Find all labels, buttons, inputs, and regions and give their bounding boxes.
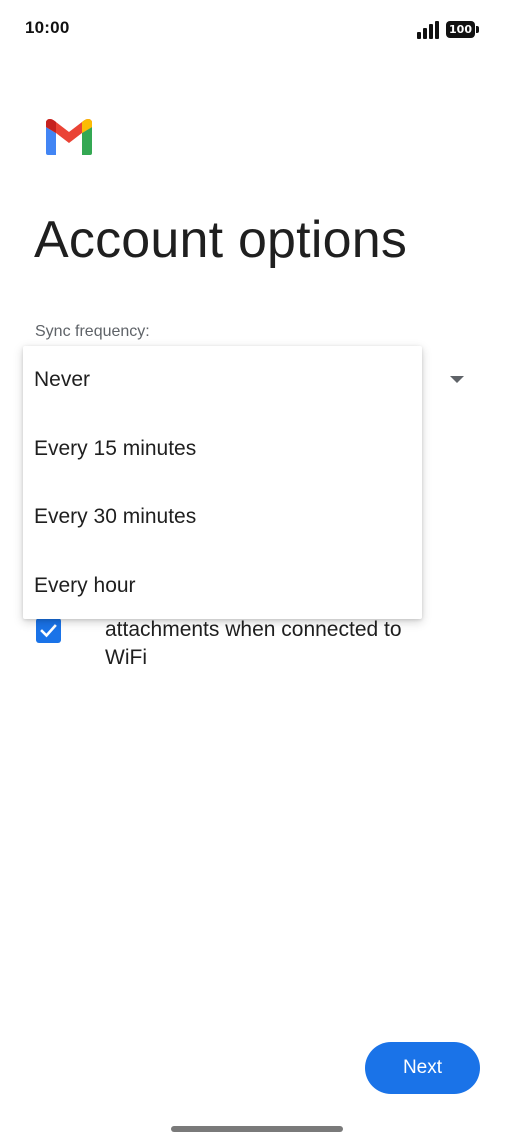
menu-item-every-30-minutes[interactable]: Every 30 minutes [23,483,422,552]
menu-item-never[interactable]: Never [23,346,422,415]
page-title: Account options [34,211,408,269]
triangle-down-icon[interactable] [450,376,464,383]
checkmark-icon [40,624,57,638]
download-attachments-checkbox[interactable] [36,618,61,643]
battery-icon: 100 [446,21,479,38]
sync-frequency-label: Sync frequency: [35,323,150,340]
menu-item-every-hour[interactable]: Every hour [23,552,422,621]
checkbox-label: attachments when connected to WiFi [105,616,485,672]
checkbox-label-line-1: attachments when connected to [105,618,402,641]
gmail-logo-icon [46,119,92,155]
battery-level: 100 [446,21,475,38]
signal-icon [417,21,439,39]
checkbox-label-line-2: WiFi [105,646,147,669]
status-bar: 10:00 100 [0,0,514,58]
menu-item-every-15-minutes[interactable]: Every 15 minutes [23,415,422,484]
home-indicator[interactable] [171,1126,343,1132]
battery-tip [476,26,479,33]
next-button[interactable]: Next [365,1042,480,1094]
status-time: 10:00 [25,18,70,37]
sync-frequency-dropdown-menu: Never Every 15 minutes Every 30 minutes … [23,346,422,619]
